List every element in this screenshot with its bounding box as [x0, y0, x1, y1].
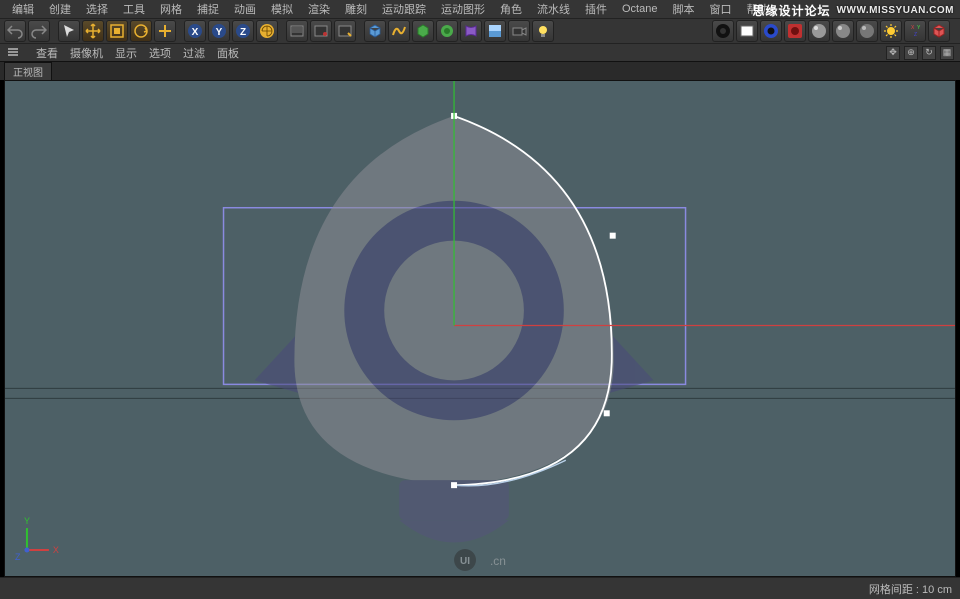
svg-text:Y: Y — [917, 25, 921, 31]
menu-edit[interactable]: 编辑 — [6, 0, 40, 18]
nurbs-button[interactable] — [412, 20, 434, 42]
filter-menu[interactable]: 过滤 — [183, 45, 205, 61]
svg-text:Z: Z — [914, 32, 917, 38]
menu-octane[interactable]: Octane — [616, 2, 663, 16]
view-menu[interactable]: 查看 — [36, 45, 58, 61]
menu-mesh[interactable]: 网格 — [154, 0, 188, 18]
viewport-tab-strip: 正视图 — [0, 62, 960, 80]
octane-settings-button[interactable] — [760, 20, 782, 42]
y-axis-button[interactable]: Y — [208, 20, 230, 42]
svg-text:Z: Z — [15, 552, 21, 562]
nav-layout-icon[interactable]: ▦ — [940, 46, 954, 60]
spline-button[interactable] — [388, 20, 410, 42]
undo-button[interactable] — [4, 20, 26, 42]
viewport-3d[interactable]: X Y Z UI .cn — [4, 80, 956, 577]
scene-content: X Y Z UI .cn — [5, 81, 955, 575]
menu-animate[interactable]: 动画 — [228, 0, 262, 18]
svg-text:X: X — [911, 25, 915, 31]
menu-script[interactable]: 脚本 — [666, 0, 700, 18]
rotate-button[interactable] — [130, 20, 152, 42]
svg-text:UI: UI — [460, 556, 470, 567]
menu-mograph[interactable]: 运动图形 — [435, 0, 491, 18]
menu-snap[interactable]: 捕捉 — [191, 0, 225, 18]
display-menu[interactable]: 显示 — [115, 45, 137, 61]
menu-render[interactable]: 渲染 — [302, 0, 336, 18]
live-select-button[interactable] — [58, 20, 80, 42]
last-tool-button[interactable] — [154, 20, 176, 42]
camera-button[interactable] — [508, 20, 530, 42]
menu-simulate[interactable]: 模拟 — [265, 0, 299, 18]
watermark-text-url: WWW.MISSYUAN.COM — [837, 5, 954, 16]
octane-cube-button[interactable] — [928, 20, 950, 42]
redo-button[interactable] — [28, 20, 50, 42]
menu-pipeline[interactable]: 流水线 — [531, 0, 576, 18]
octane-sun-button[interactable] — [880, 20, 902, 42]
z-axis-button[interactable]: Z — [232, 20, 254, 42]
watermark-text-cn: 思缘设计论坛 — [753, 2, 831, 19]
svg-text:Z: Z — [240, 27, 246, 38]
generators-button[interactable] — [436, 20, 458, 42]
front-view-tab[interactable]: 正视图 — [4, 62, 52, 80]
panel-menu[interactable]: 面板 — [217, 45, 239, 61]
menu-motion-tracker[interactable]: 运动跟踪 — [376, 0, 432, 18]
coord-system-button[interactable] — [256, 20, 278, 42]
deformers-button[interactable] — [460, 20, 482, 42]
move-button[interactable] — [82, 20, 104, 42]
menu-plugins[interactable]: 插件 — [579, 0, 613, 18]
svg-text:X: X — [53, 545, 59, 555]
menu-create[interactable]: 创建 — [43, 0, 77, 18]
watermark-banner: 思缘设计论坛 WWW.MISSYUAN.COM — [747, 0, 960, 21]
menu-sculpt[interactable]: 雕刻 — [339, 0, 373, 18]
render-settings-button[interactable] — [334, 20, 356, 42]
svg-text:.cn: .cn — [490, 554, 506, 568]
nav-rotate-icon[interactable]: ↻ — [922, 46, 936, 60]
x-axis-button[interactable]: X — [184, 20, 206, 42]
octane-render-button[interactable] — [712, 20, 734, 42]
menu-window[interactable]: 窗口 — [703, 0, 737, 18]
material-sphere1-button[interactable] — [808, 20, 830, 42]
grid-spacing-label: 网格间距 : 10 cm — [869, 581, 952, 597]
material-sphere3-button[interactable] — [856, 20, 878, 42]
cameras-menu[interactable]: 摄像机 — [70, 45, 103, 61]
render-pv-button[interactable] — [310, 20, 332, 42]
material-sphere2-button[interactable] — [832, 20, 854, 42]
nav-zoom-icon[interactable]: ⊕ — [904, 46, 918, 60]
octane-axis-button[interactable]: XYZ — [904, 20, 926, 42]
status-bar: 网格间距 : 10 cm — [0, 577, 960, 599]
svg-text:Y: Y — [216, 27, 223, 38]
viewport-menu-bar: 查看 摄像机 显示 选项 过滤 面板 ✥ ⊕ ↻ ▦ — [0, 44, 960, 62]
nav-move-icon[interactable]: ✥ — [886, 46, 900, 60]
environment-button[interactable] — [484, 20, 506, 42]
light-button[interactable] — [532, 20, 554, 42]
main-toolbar: X Y Z XYZ — [0, 18, 960, 44]
svg-text:Y: Y — [24, 516, 30, 526]
viewport-options-icon[interactable] — [6, 45, 20, 59]
scale-button[interactable] — [106, 20, 128, 42]
svg-text:X: X — [192, 27, 199, 38]
octane-view-button[interactable] — [736, 20, 758, 42]
menu-character[interactable]: 角色 — [494, 0, 528, 18]
octane-record-button[interactable] — [784, 20, 806, 42]
options-menu[interactable]: 选项 — [149, 45, 171, 61]
menu-tools[interactable]: 工具 — [117, 0, 151, 18]
menu-select[interactable]: 选择 — [80, 0, 114, 18]
render-view-button[interactable] — [286, 20, 308, 42]
cube-primitive-button[interactable] — [364, 20, 386, 42]
